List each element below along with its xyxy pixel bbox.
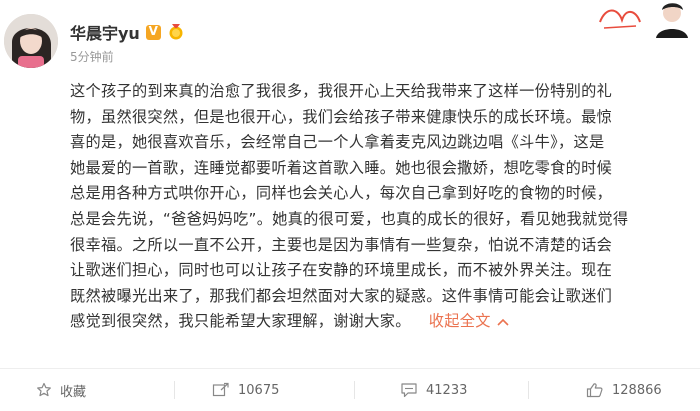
content-line: 总是用各种方式哄你开心，同样也会关心人，每次自己拿到好吃的食物的时候， [70, 184, 613, 203]
divider [174, 381, 175, 399]
divider [528, 381, 529, 399]
content-line: 很幸福。之所以一直不公开，主要也是因为事情有一些复杂，怕说不清楚的话会 [70, 235, 613, 254]
content-line: 让歌迷们担心，同时也可以让孩子在安静的环境里成长，而不被外界关注。现在 [70, 261, 613, 280]
username-row: 华晨宇yu [70, 20, 185, 44]
collapse-full-text-link[interactable]: 收起全文 [429, 312, 509, 330]
post-time: 5分钟前 [70, 50, 114, 64]
verified-v-badge-icon [145, 24, 161, 40]
post-header: 华晨宇yu 5分钟前 [0, 0, 700, 78]
like-button[interactable]: 128866 [586, 379, 662, 401]
favorite-button[interactable]: 收藏 [36, 379, 86, 401]
content-line: 这个孩子的到来真的治愈了我很多，我很开心上天给我带来了这样一份特别的礼 [70, 82, 613, 100]
username[interactable]: 华晨宇yu [70, 20, 140, 44]
chevron-up-icon[interactable] [497, 318, 509, 326]
like-count: 128866 [612, 382, 662, 398]
divider [354, 381, 355, 399]
repost-count: 10675 [238, 382, 280, 398]
content-line-last: 感觉到很突然，我只能希望大家理解，谢谢大家。 收起全文 [70, 309, 690, 335]
repost-button[interactable]: 10675 [212, 379, 279, 401]
comment-button[interactable]: 41233 [400, 379, 467, 401]
comment-icon [401, 383, 417, 398]
content-line: 总是会先说，“爸爸妈妈吃”。她真的很可爱，也真的成长的很好，看见她我就觉得 [70, 209, 629, 228]
thumbs-up-icon [586, 383, 603, 398]
repost-icon [212, 382, 229, 397]
content-line: 喜的是，她很喜欢音乐，会经常自己一个人拿着麦克风边跳边唱《斗牛》，这是 [70, 133, 605, 152]
action-bar: 收藏 10675 41233 128866 [0, 368, 700, 411]
content-line: 她最爱的一首歌，连睡觉都要听着这首歌入睡。她也很会撒娇，想吃零食的时候 [70, 158, 613, 177]
decorative-card-image [596, 0, 700, 38]
collapse-label[interactable]: 收起全文 [429, 312, 491, 330]
comment-count: 41233 [426, 382, 468, 398]
star-icon [37, 382, 51, 397]
medal-icon [169, 24, 183, 40]
user-avatar[interactable] [4, 14, 58, 68]
favorite-label: 收藏 [60, 384, 87, 400]
content-text: 感觉到很突然，我只能希望大家理解，谢谢大家。 [70, 312, 411, 331]
content-line: 物，虽然很突然，但是也很开心，我们会给孩子带来健康快乐的成长环境。最惊 [70, 107, 613, 126]
content-line: 既然被曝光出来了，那我们都会坦然面对大家的疑惑。这件事情可能会让歌迷们 [70, 286, 613, 305]
post-content: 这个孩子的到来真的治愈了我很多，我很开心上天给我带来了这样一份特别的礼 物，虽然… [70, 79, 690, 335]
